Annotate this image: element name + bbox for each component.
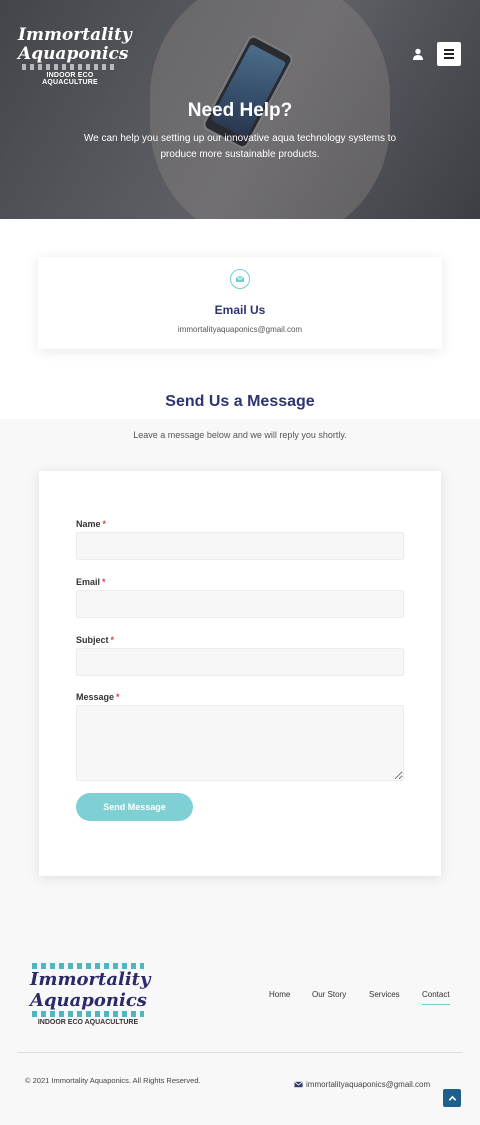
footer-logo-waves-bottom: [32, 1011, 144, 1017]
logo-waves: [22, 64, 118, 70]
contact-form: Name * Email * Subject * Message * Send Mess…: [39, 471, 441, 876]
footer-logo[interactable]: Immortality Aquaponics INDOOR ECO AQUACU…: [30, 963, 151, 1026]
logo-line2: Aquaponics: [18, 44, 129, 64]
user-icon[interactable]: [412, 47, 424, 60]
chevron-up-icon: [448, 1095, 456, 1101]
email-card-address[interactable]: immortalityaquaponics@gmail.com: [38, 325, 442, 334]
scroll-to-top-button[interactable]: [443, 1089, 461, 1107]
send-message-button[interactable]: Send Message: [76, 793, 193, 821]
hero-banner: Immortality Aquaponics INDOOR ECO AQUACU…: [0, 0, 480, 219]
footer-email-text: immortalityaquaponics@gmail.com: [306, 1080, 431, 1089]
email-label: Email *: [76, 577, 106, 587]
footer-logo-line2: Aquaponics: [30, 990, 147, 1011]
email-field[interactable]: [76, 590, 404, 618]
subject-label: Subject *: [76, 635, 115, 645]
hero-title: Need Help?: [187, 100, 293, 121]
header-logo[interactable]: Immortality Aquaponics INDOOR ECO AQUACU…: [18, 25, 132, 87]
subject-field[interactable]: [76, 648, 404, 676]
footer-nav-contact[interactable]: Contact: [422, 990, 450, 1005]
menu-icon[interactable]: [437, 42, 461, 66]
name-label: Name *: [76, 519, 107, 529]
footer-mail-icon: [294, 1081, 303, 1088]
message-field[interactable]: [76, 705, 404, 781]
footer-divider: [18, 1052, 462, 1053]
footer-logo-tagline: INDOOR ECO AQUACULTURE: [37, 1019, 139, 1026]
footer-nav-home[interactable]: Home: [269, 990, 290, 999]
email-card: Email Us immortalityaquaponics@gmail.com: [38, 257, 442, 349]
footer-logo-line1: Immortality: [30, 969, 151, 990]
footer-nav-our-story[interactable]: Our Story: [312, 990, 346, 999]
email-card-title: Email Us: [214, 303, 266, 317]
envelope-icon: [230, 269, 250, 289]
footer-nav-services[interactable]: Services: [369, 990, 400, 999]
logo-line1: Immortality: [18, 25, 132, 45]
hero-text: We can help you setting up our innovativ…: [83, 133, 397, 160]
message-section-title: Send Us a Message: [165, 393, 315, 410]
message-section-subtitle: Leave a message below and we will reply …: [133, 430, 347, 440]
message-label: Message *: [76, 692, 120, 702]
name-field[interactable]: [76, 532, 404, 560]
copyright-text: © 2021 Immortality Aquaponics. All Right…: [25, 1076, 201, 1085]
logo-tagline: INDOOR ECO AQUACULTURE: [42, 72, 98, 86]
footer-email-link[interactable]: immortalityaquaponics@gmail.com: [294, 1080, 430, 1089]
